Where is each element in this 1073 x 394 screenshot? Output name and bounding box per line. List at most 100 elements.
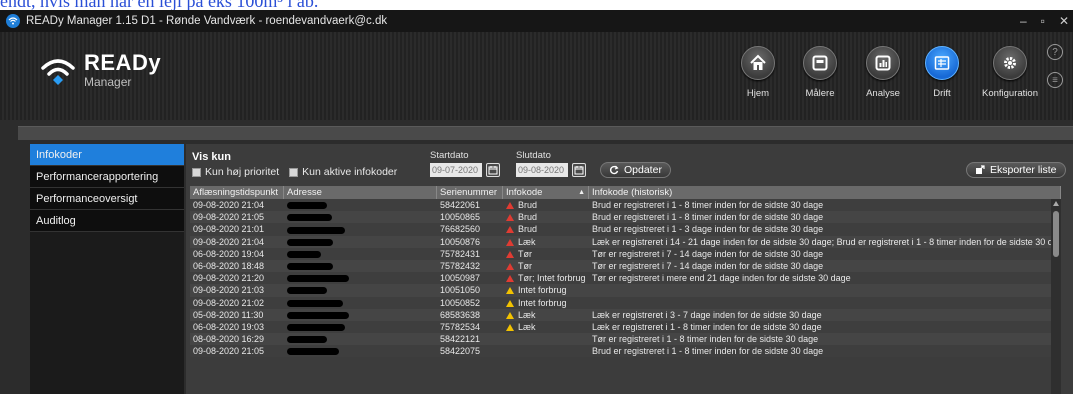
redacted-address [287,214,332,222]
cell-serial: 75782534 [440,321,481,332]
table-header: Aflæsningstidspunkt Adresse Serienummer … [190,186,1061,199]
cell-address [284,345,437,357]
refresh-icon [609,165,619,175]
cell-infocode: Brud [503,199,589,211]
cell-serial: 75782432 [440,260,481,271]
nav-label: Konfiguration [982,88,1038,99]
alert-triangle-icon [506,262,514,270]
cell-address [284,321,437,333]
cell-serial: 10050876 [440,236,481,247]
maximize-button[interactable]: ▫ [1041,14,1045,28]
table-row[interactable]: 05-08-2020 11:30 68583638 Læk Læk er regist… [190,308,1061,321]
redacted-address [287,275,349,283]
table-scrollbar[interactable] [1051,199,1061,394]
table-row[interactable]: 08-08-2020 16:29 58422121 Tør er registrer… [190,333,1061,346]
redacted-address [287,348,339,356]
high-priority-label: Kun høj prioritet [205,166,280,178]
table-row[interactable]: 06-08-2020 19:03 75782534 Læk Læk er regist… [190,320,1061,334]
nav-maalere[interactable]: Målere [803,46,837,99]
start-date-label: Startdato [430,150,469,161]
nav-hjem[interactable]: Hjem [741,46,775,99]
calendar-icon[interactable] [486,163,500,177]
table-row[interactable]: 09-08-2020 21:20 10050987 Tør; Intet forbr… [190,272,1061,285]
redacted-address [287,226,345,234]
cell-history: Tør er registreret i 7 - 14 dage inden f… [592,248,824,259]
column-header-history[interactable]: Infokode (historisk) [589,186,1061,199]
table-row[interactable]: 09-08-2020 21:05 10050865 Brud Brud er regi… [190,211,1061,224]
table-row[interactable]: 09-08-2020 21:04 58422061 Brud Brud er regi… [190,199,1061,212]
nav-analyse[interactable]: Analyse [866,46,900,99]
sidebar-item-auditlog[interactable]: Auditlog [30,210,184,232]
sidebar-item-infokoder[interactable]: Infokoder [30,144,184,166]
sidebar-item-performanceoversigt[interactable]: Performanceoversigt [30,188,184,210]
main-panel: Vis kun Kun høj prioritet Kun aktive inf… [186,144,1073,394]
cell-time: 09-08-2020 21:05 [193,346,265,357]
cell-history: Brud er registreret i 1 - 8 timer inden … [592,200,824,210]
redacted-address [287,311,349,319]
cell-history: Tør er registreret i 1 - 8 timer inden f… [592,334,819,345]
chat-icon[interactable]: ≡ [1047,72,1063,88]
scroll-up-icon[interactable] [1053,201,1059,206]
table-row[interactable]: 06-08-2020 19:04 75782431 Tør Tør er regist… [190,247,1061,260]
cell-serial: 10051050 [440,285,481,296]
cell-serial: 58422121 [440,334,481,345]
cell-serial: 68583638 [440,309,481,320]
cell-infocode: Læk [503,236,589,248]
calendar-icon[interactable] [572,163,586,177]
window-titlebar: READy Manager 1.15 D1 - Rønde Vandværk -… [0,10,1073,32]
update-label: Opdater [624,164,662,176]
nav-konfiguration[interactable]: Konfiguration [982,46,1038,99]
table-row[interactable]: 06-08-2020 18:48 75782432 Tør Tør er regist… [190,259,1061,273]
end-date-input[interactable]: 09-08-2020 [516,163,568,177]
nav-label: Målere [805,88,835,99]
cell-history: Brud er registreret i 1 - 8 timer inden … [592,212,824,223]
start-date-input[interactable]: 09-07-2020 [430,163,482,177]
minimize-button[interactable]: – [1020,14,1027,28]
table-body: 09-08-2020 21:04 58422061 Brud Brud er regi… [190,199,1061,358]
operations-icon [934,56,950,70]
table-row[interactable]: 09-08-2020 21:03 10051050 Intet forbrug [190,284,1061,297]
cell-time: 09-08-2020 21:02 [193,297,265,308]
redacted-address [287,263,333,271]
cell-time: 09-08-2020 21:05 [193,212,265,223]
home-icon [750,54,766,70]
table-row[interactable]: 09-08-2020 21:02 10050852 Intet forbrug [190,296,1061,309]
alert-triangle-icon [506,275,514,283]
cell-time: 05-08-2020 11:30 [193,309,264,320]
high-priority-checkbox[interactable] [192,167,201,177]
cell-history: Brud er registreret i 1 - 8 timer inden … [592,346,824,357]
column-header-time[interactable]: Aflæsningstidspunkt [190,186,284,199]
table-row[interactable]: 09-08-2020 21:01 76682560 Brud Brud er regi… [190,223,1061,236]
cell-address [284,199,437,211]
alert-triangle-icon [506,226,514,234]
window-title: READy Manager 1.15 D1 - Rønde Vandværk -… [26,15,388,27]
meter-icon [812,55,828,71]
cell-time: 06-08-2020 19:04 [193,248,265,259]
update-button[interactable]: Opdater [600,162,671,178]
alert-triangle-icon [506,311,514,319]
column-header-address[interactable]: Adresse [284,186,437,199]
scroll-thumb[interactable] [1053,211,1059,257]
close-button[interactable]: ✕ [1059,14,1069,28]
cell-time: 09-08-2020 21:04 [193,236,265,247]
cell-infocode [503,345,589,357]
nav-drift[interactable]: Drift [925,46,959,99]
export-button[interactable]: Eksporter liste [966,162,1066,178]
sidebar-item-performancerapportering[interactable]: Performancerapportering [30,166,184,188]
cell-address [284,297,437,309]
redacted-address [287,250,321,258]
column-header-serial[interactable]: Serienummer [437,186,503,199]
alert-triangle-icon [506,250,514,258]
table-row[interactable]: 09-08-2020 21:05 58422075 Brud er registre… [190,345,1061,358]
redacted-address [287,287,327,295]
content-topbar [18,126,1073,140]
app-wifi-icon [6,14,20,28]
active-codes-checkbox[interactable] [289,167,299,177]
cell-time: 06-08-2020 19:03 [193,321,265,332]
cell-address [284,248,437,260]
column-header-infocode[interactable]: Infokode ▲ [503,186,589,199]
cell-address [284,272,437,284]
help-icon[interactable]: ? [1047,44,1063,60]
active-codes-label: Kun aktive infokoder [302,166,398,178]
table-row[interactable]: 09-08-2020 21:04 10050876 Læk Læk er regist… [190,235,1061,248]
